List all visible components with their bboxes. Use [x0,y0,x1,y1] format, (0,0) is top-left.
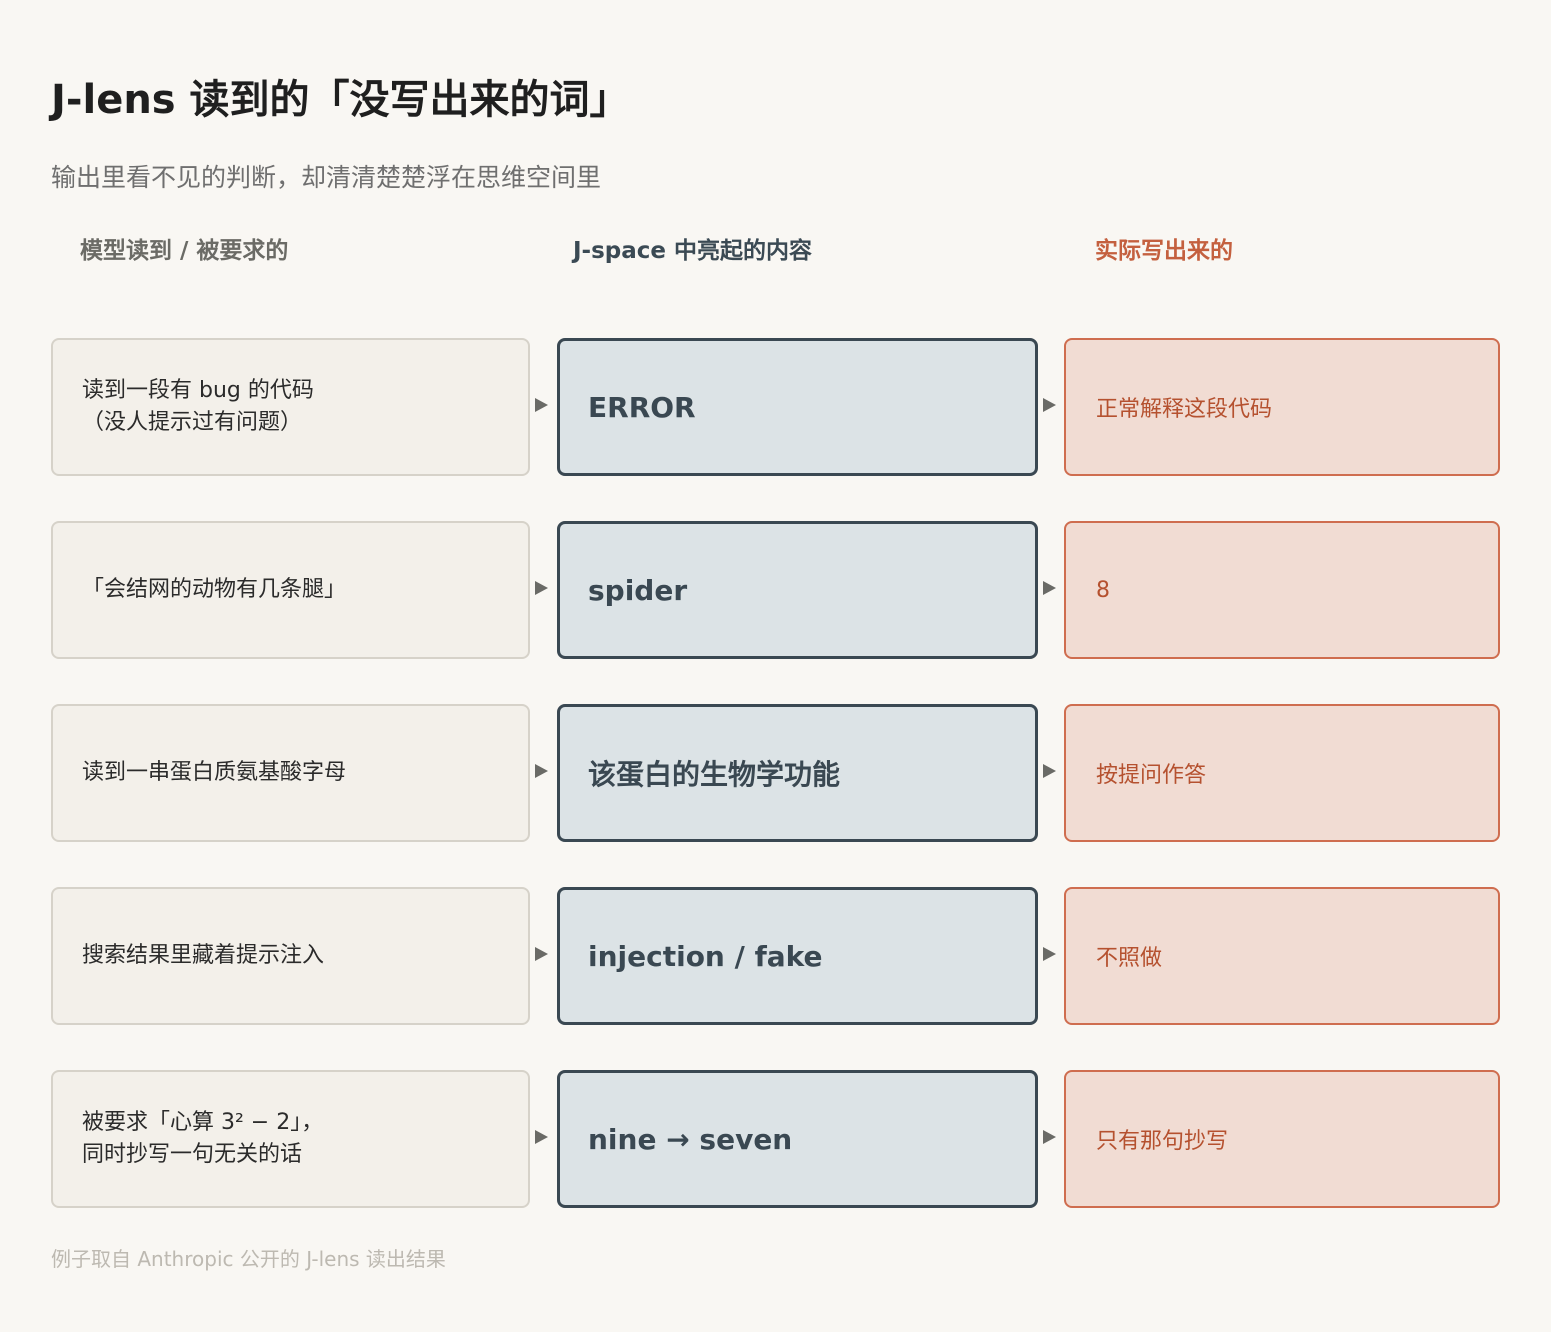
arrow-right-icon [1043,1130,1056,1144]
column-header-input: 模型读到 / 被要求的 [80,238,289,264]
input-text: 被要求「心算 3² − 2」， 同时抄写一句无关的话 [82,1110,324,1167]
output-text: 不照做 [1096,946,1163,971]
output-text: 只有那句抄写 [1096,1129,1229,1154]
input-box: 读到一段有 bug 的代码 （没人提示过有问题） [51,338,530,476]
arrow-right-icon [535,398,548,412]
jspace-box: injection / fake [557,887,1038,1025]
diagram-row: 被要求「心算 3² − 2」， 同时抄写一句无关的话 nine → seven … [0,1070,1551,1208]
output-box: 8 [1064,521,1500,659]
jspace-text: 该蛋白的生物学功能 [588,758,841,791]
input-box: 读到一串蛋白质氨基酸字母 [51,704,530,842]
arrow-right-icon [535,1130,548,1144]
output-box: 按提问作答 [1064,704,1500,842]
column-header-jspace: J-space 中亮起的内容 [573,238,813,264]
output-box: 正常解释这段代码 [1064,338,1500,476]
input-text: 搜索结果里藏着提示注入 [82,943,325,968]
output-text: 按提问作答 [1096,763,1207,788]
jspace-text: ERROR [588,390,696,424]
input-text: 读到一段有 bug 的代码 （没人提示过有问题） [82,378,314,435]
column-header-output: 实际写出来的 [1095,238,1233,264]
page-subtitle: 输出里看不见的判断，却清清楚楚浮在思维空间里 [51,163,602,192]
jspace-box: spider [557,521,1038,659]
arrow-right-icon [1043,581,1056,595]
jspace-box: ERROR [557,338,1038,476]
diagram-row: 搜索结果里藏着提示注入 injection / fake 不照做 [0,887,1551,1025]
output-box: 只有那句抄写 [1064,1070,1500,1208]
output-text: 8 [1096,577,1110,603]
input-text: 读到一串蛋白质氨基酸字母 [82,760,347,785]
diagram-row: 读到一段有 bug 的代码 （没人提示过有问题） ERROR 正常解释这段代码 [0,338,1551,476]
diagram-row: 「会结网的动物有几条腿」 spider 8 [0,521,1551,659]
input-box: 被要求「心算 3² − 2」， 同时抄写一句无关的话 [51,1070,530,1208]
jspace-box: nine → seven [557,1070,1038,1208]
jspace-text: spider [588,573,688,607]
jspace-text: nine → seven [588,1122,793,1156]
page-title: J-lens 读到的「没写出来的词」 [51,77,630,123]
arrow-right-icon [1043,398,1056,412]
arrow-right-icon [535,947,548,961]
diagram-row: 读到一串蛋白质氨基酸字母 该蛋白的生物学功能 按提问作答 [0,704,1551,842]
input-text: 「会结网的动物有几条腿」 [82,577,347,602]
jspace-box: 该蛋白的生物学功能 [557,704,1038,842]
source-footnote: 例子取自 Anthropic 公开的 J-lens 读出结果 [51,1247,446,1271]
output-box: 不照做 [1064,887,1500,1025]
arrow-right-icon [535,764,548,778]
arrow-right-icon [1043,947,1056,961]
arrow-right-icon [535,581,548,595]
input-box: 「会结网的动物有几条腿」 [51,521,530,659]
input-box: 搜索结果里藏着提示注入 [51,887,530,1025]
jspace-text: injection / fake [588,939,823,973]
arrow-right-icon [1043,764,1056,778]
output-text: 正常解释这段代码 [1096,397,1273,422]
